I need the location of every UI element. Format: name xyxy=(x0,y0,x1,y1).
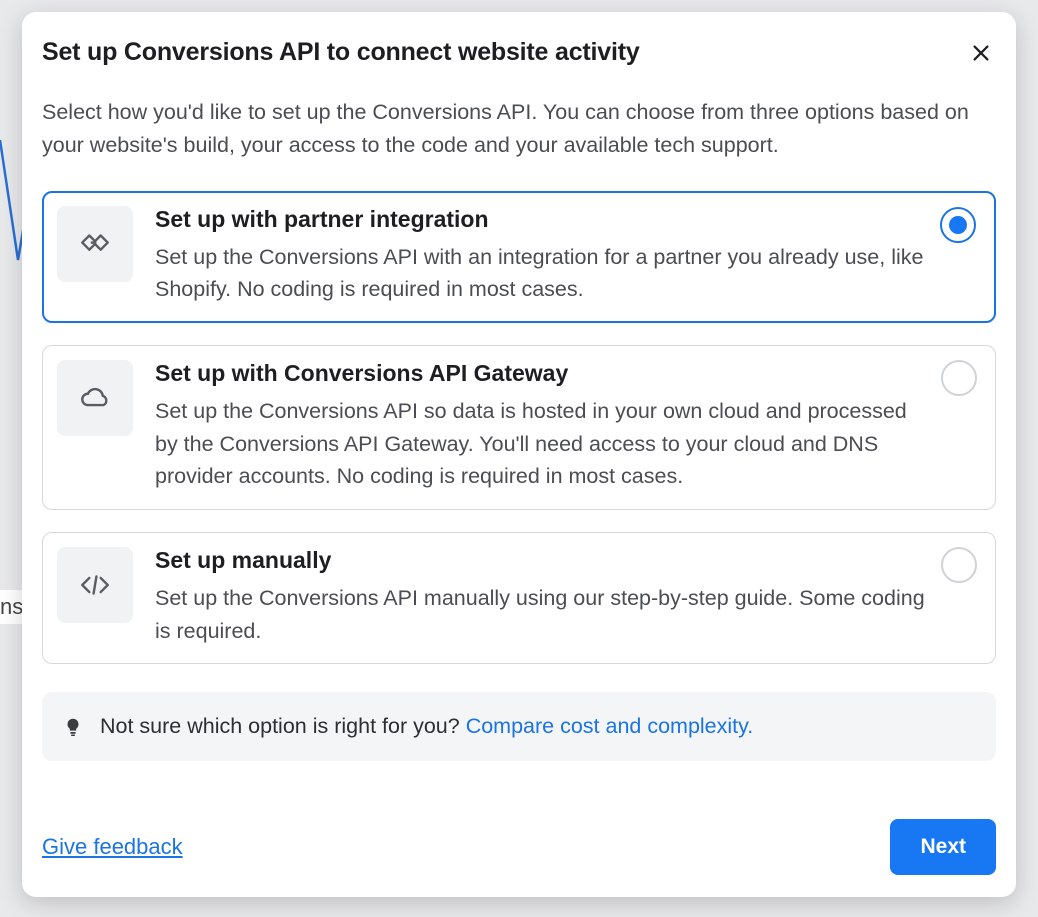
option-icon-box xyxy=(57,360,133,436)
option-title: Set up with partner integration xyxy=(155,206,927,233)
compare-banner: Not sure which option is right for you? … xyxy=(42,692,996,761)
handshake-icon xyxy=(78,227,112,261)
option-content: Set up with partner integration Set up t… xyxy=(155,206,977,306)
option-title: Set up manually xyxy=(155,547,927,574)
option-description: Set up the Conversions API with an integ… xyxy=(155,241,927,306)
next-button[interactable]: Next xyxy=(890,819,996,875)
close-button[interactable] xyxy=(966,38,996,68)
option-title: Set up with Conversions API Gateway xyxy=(155,360,927,387)
option-partner-integration[interactable]: Set up with partner integration Set up t… xyxy=(42,191,996,323)
cloud-icon xyxy=(78,381,112,415)
options-list: Set up with partner integration Set up t… xyxy=(42,191,996,665)
setup-modal: Set up Conversions API to connect websit… xyxy=(22,12,1016,897)
give-feedback-link[interactable]: Give feedback xyxy=(42,834,183,860)
radio-indicator[interactable] xyxy=(940,207,976,243)
option-icon-box xyxy=(57,547,133,623)
radio-indicator[interactable] xyxy=(941,547,977,583)
close-icon xyxy=(970,42,992,64)
code-icon xyxy=(78,568,112,602)
option-description: Set up the Conversions API manually usin… xyxy=(155,582,927,647)
banner-question: Not sure which option is right for you? xyxy=(100,714,466,738)
modal-header: Set up Conversions API to connect websit… xyxy=(42,38,996,68)
modal-title: Set up Conversions API to connect websit… xyxy=(42,38,640,67)
option-manual[interactable]: Set up manually Set up the Conversions A… xyxy=(42,532,996,664)
radio-indicator[interactable] xyxy=(941,360,977,396)
option-api-gateway[interactable]: Set up with Conversions API Gateway Set … xyxy=(42,345,996,510)
modal-footer: Give feedback Next xyxy=(42,779,996,875)
modal-intro-text: Select how you'd like to set up the Conv… xyxy=(42,96,996,163)
option-content: Set up with Conversions API Gateway Set … xyxy=(155,360,977,493)
banner-text: Not sure which option is right for you? … xyxy=(100,714,753,739)
compare-link[interactable]: Compare cost and complexity. xyxy=(466,714,754,738)
lightbulb-icon xyxy=(62,716,84,738)
option-icon-box xyxy=(57,206,133,282)
option-description: Set up the Conversions API so data is ho… xyxy=(155,395,927,493)
option-content: Set up manually Set up the Conversions A… xyxy=(155,547,977,647)
